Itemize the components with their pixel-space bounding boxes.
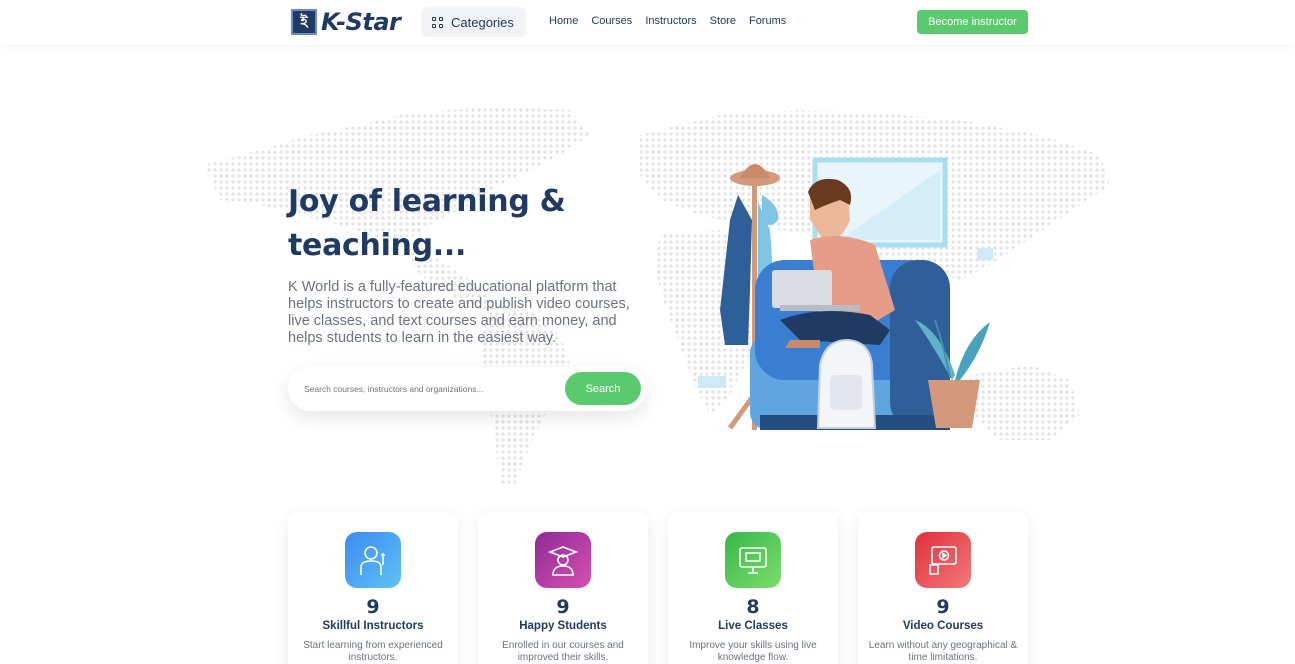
hero-description: K World is a fully-featured educational … — [288, 279, 630, 346]
nav-forums[interactable]: Forums — [749, 15, 786, 27]
hero-title: Joy of learning & teaching... — [288, 180, 618, 268]
search-input[interactable] — [304, 379, 554, 399]
nav-courses[interactable]: Courses — [591, 15, 632, 27]
categories-label: Categories — [451, 14, 514, 30]
logo-mark: ই — [291, 9, 317, 35]
stat-title: Live Classes — [718, 620, 788, 632]
nav-instructors[interactable]: Instructors — [645, 15, 696, 27]
site-header: ই K-Star Categories Home Courses Instruc… — [0, 0, 1295, 45]
stat-description: Learn without any geographical & time li… — [868, 640, 1018, 663]
hero-illustration — [698, 157, 993, 430]
become-instructor-button[interactable]: Become instructor — [917, 10, 1028, 34]
stat-description: Improve your skills using live knowledge… — [689, 640, 817, 663]
site-logo[interactable]: ই K-Star — [291, 8, 401, 36]
video-course-icon — [915, 532, 971, 588]
hero-title-line-1: Joy of learning & — [288, 184, 566, 219]
hero-title-line-2: teaching... — [288, 228, 467, 263]
live-class-icon — [725, 532, 781, 588]
stat-card-live-classes[interactable]: 8 Live Classes Improve your skills using… — [668, 512, 838, 664]
categories-button[interactable]: Categories — [421, 7, 526, 37]
stat-description: Enrolled in our courses and improved the… — [502, 640, 624, 663]
stat-count: 9 — [366, 596, 380, 618]
stat-title: Happy Students — [519, 620, 607, 632]
stat-description: Start learning from experienced instruct… — [303, 640, 443, 663]
stat-card-students[interactable]: 9 Happy Students Enrolled in our courses… — [478, 512, 648, 664]
nav-store[interactable]: Store — [710, 15, 736, 27]
hero-search-bar: Search — [288, 367, 646, 411]
graduate-icon — [535, 532, 591, 588]
stats-cards: 9 Skillful Instructors Start learning fr… — [288, 512, 1028, 664]
instructor-icon — [345, 532, 401, 588]
grid-icon — [432, 16, 443, 28]
stat-title: Skillful Instructors — [322, 620, 424, 632]
stat-count: 9 — [556, 596, 570, 618]
stat-title: Video Courses — [902, 620, 984, 632]
stat-count: 9 — [936, 596, 950, 618]
stat-card-instructors[interactable]: 9 Skillful Instructors Start learning fr… — [288, 512, 458, 664]
stat-card-video-courses[interactable]: 9 Video Courses Learn without any geogra… — [858, 512, 1028, 664]
stat-count: 8 — [746, 596, 760, 618]
search-button[interactable]: Search — [565, 372, 641, 405]
logo-text: K-Star — [321, 8, 401, 36]
nav-home[interactable]: Home — [549, 15, 578, 27]
main-nav: Home Courses Instructors Store Forums — [549, 15, 786, 27]
